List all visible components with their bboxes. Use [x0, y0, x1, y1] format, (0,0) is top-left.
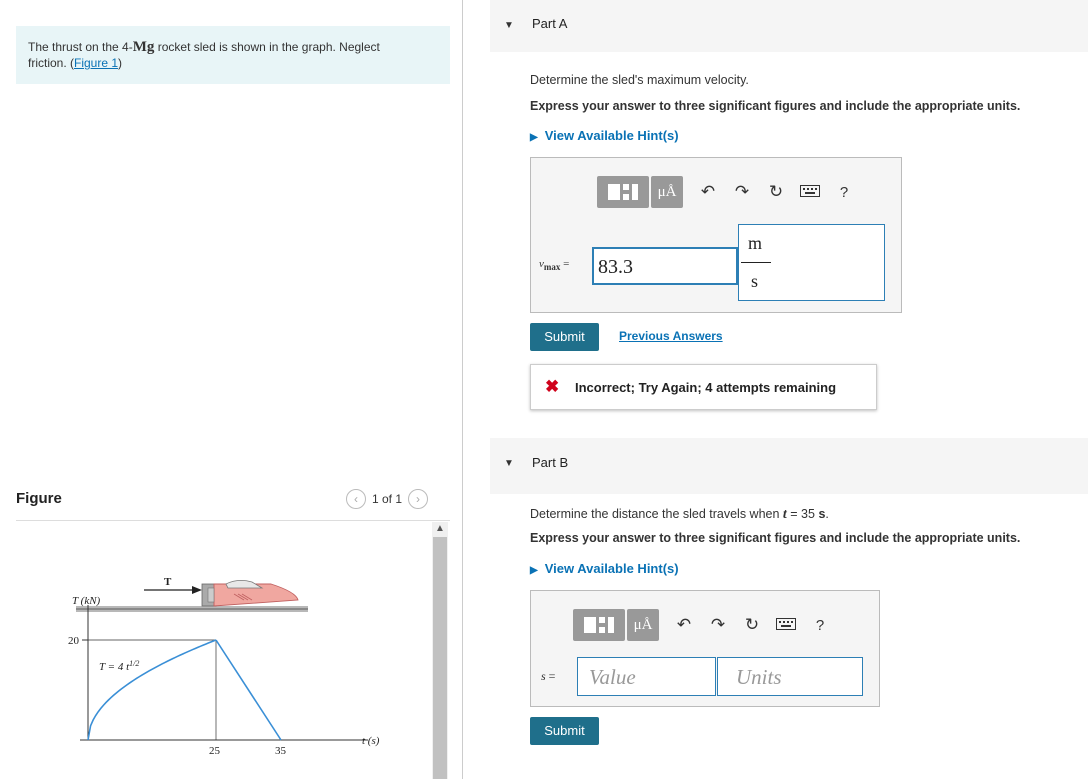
part-b-header[interactable]: ▼ Part B	[490, 438, 1088, 494]
y-tick-label: 20	[68, 635, 80, 647]
figure-scrollbar-thumb[interactable]	[433, 537, 447, 779]
figure-title: Figure	[16, 490, 62, 507]
thrust-arrow	[144, 586, 202, 594]
part-a-hint-link[interactable]: ▶ View Available Hint(s)	[530, 128, 679, 143]
undo-icon[interactable]: ↶	[691, 182, 725, 202]
problem-text: The thrust on the 4-	[28, 40, 133, 54]
variable-label: vmax =	[539, 258, 570, 273]
help-button[interactable]: ?	[803, 617, 837, 634]
help-button[interactable]: ?	[827, 184, 861, 201]
units-placeholder: Units	[736, 665, 782, 689]
templates-icon[interactable]	[573, 609, 625, 641]
equation-label: T = 4 t1/2	[99, 659, 139, 673]
templates-icon[interactable]	[597, 176, 649, 208]
part-b-submit-button[interactable]: Submit	[530, 717, 599, 745]
collapse-triangle-icon[interactable]: ▼	[504, 458, 514, 469]
feedback-text: Incorrect; Try Again; 4 attempts remaini…	[575, 380, 837, 395]
units-symbol-button[interactable]: μÅ	[651, 176, 683, 208]
units-symbol-button[interactable]: μÅ	[627, 609, 659, 641]
value-placeholder: Value	[589, 665, 636, 689]
scroll-up-arrow-icon[interactable]: ▲	[433, 522, 447, 536]
rail-track	[76, 606, 308, 612]
x-axis-label: t (s)	[362, 735, 380, 747]
problem-text: friction. (	[28, 56, 75, 70]
part-a-submit-button[interactable]: Submit	[530, 323, 599, 351]
mass-unit: Mg	[132, 39, 155, 55]
part-a-instruction: Express your answer to three significant…	[530, 99, 1021, 113]
reset-icon[interactable]: ↻	[759, 182, 793, 202]
problem-text: rocket sled is shown in the graph. Negle…	[154, 40, 380, 54]
y-axis-label: T (kN)	[72, 595, 101, 607]
part-b-answer-box: μÅ ↶ ↷ ↻ ? s = Value Units	[530, 590, 880, 707]
reset-icon[interactable]: ↻	[735, 615, 769, 635]
part-b-instruction: Express your answer to three significant…	[530, 531, 1021, 545]
problem-text: )	[118, 56, 123, 70]
expand-triangle-icon: ▶	[530, 565, 538, 576]
part-b-label: Part B	[532, 455, 569, 470]
part-a-label: Part A	[532, 16, 568, 31]
expand-triangle-icon: ▶	[530, 132, 538, 143]
x-tick-label-35: 35	[275, 745, 287, 757]
hint-label: View Available Hint(s)	[544, 561, 679, 576]
thrust-graph-figure: T T (kN) 20 T = 4 t1/2 25 35 t (s)	[68, 576, 380, 757]
undo-icon[interactable]: ↶	[667, 615, 701, 635]
hint-label: View Available Hint(s)	[544, 128, 679, 143]
part-b-hint-link[interactable]: ▶ View Available Hint(s)	[530, 561, 679, 576]
chevron-right-icon[interactable]: ›	[408, 489, 429, 509]
column-divider	[462, 0, 463, 779]
chevron-left-icon[interactable]: ‹	[346, 489, 366, 509]
part-b-units-input[interactable]: Units	[717, 657, 863, 696]
incorrect-x-icon: ✖	[545, 377, 560, 396]
part-b-toolbar: μÅ ↶ ↷ ↻ ?	[573, 609, 837, 641]
redo-icon[interactable]: ↷	[725, 182, 759, 202]
rocket-sled-illustration	[201, 580, 299, 607]
part-a-toolbar: μÅ ↶ ↷ ↻ ?	[597, 176, 861, 208]
collapse-triangle-icon[interactable]: ▼	[504, 20, 514, 31]
part-a-question: Determine the sled's maximum velocity.	[530, 73, 749, 87]
part-b-question: Determine the distance the sled travels …	[530, 507, 829, 522]
redo-icon[interactable]: ↷	[701, 615, 735, 635]
part-a-answer-box: μÅ ↶ ↷ ↻ ? vmax = 83.3 m s	[530, 157, 902, 313]
part-a-value-input[interactable]: 83.3	[592, 247, 738, 285]
x-tick-label-25: 25	[209, 745, 221, 757]
figure-pager: ‹ 1 of 1 ›	[346, 489, 429, 509]
pager-count: 1 of 1	[372, 492, 403, 506]
keyboard-icon[interactable]	[793, 182, 827, 202]
keyboard-icon[interactable]	[769, 615, 803, 635]
units-denominator: s	[751, 271, 759, 291]
feedback-box: ✖ Incorrect; Try Again; 4 attempts remai…	[530, 364, 877, 410]
thrust-curve-root	[87, 639, 217, 741]
figure-link[interactable]: Figure 1	[74, 56, 118, 70]
part-a-header[interactable]: ▼ Part A	[490, 0, 1088, 52]
problem-statement: The thrust on the 4-Mg rocket sled is sh…	[16, 26, 450, 84]
variable-label: s =	[541, 669, 556, 683]
previous-answers-link[interactable]: Previous Answers	[619, 329, 723, 343]
part-a-units-input[interactable]: m s	[738, 224, 885, 301]
units-numerator: m	[748, 233, 763, 253]
value-text: 83.3	[598, 256, 633, 278]
part-b-value-input[interactable]: Value	[577, 657, 716, 696]
fraction-bar	[741, 262, 771, 263]
thrust-label: T	[164, 576, 172, 588]
thrust-curve-linear	[215, 639, 282, 741]
figure-divider	[16, 520, 450, 521]
